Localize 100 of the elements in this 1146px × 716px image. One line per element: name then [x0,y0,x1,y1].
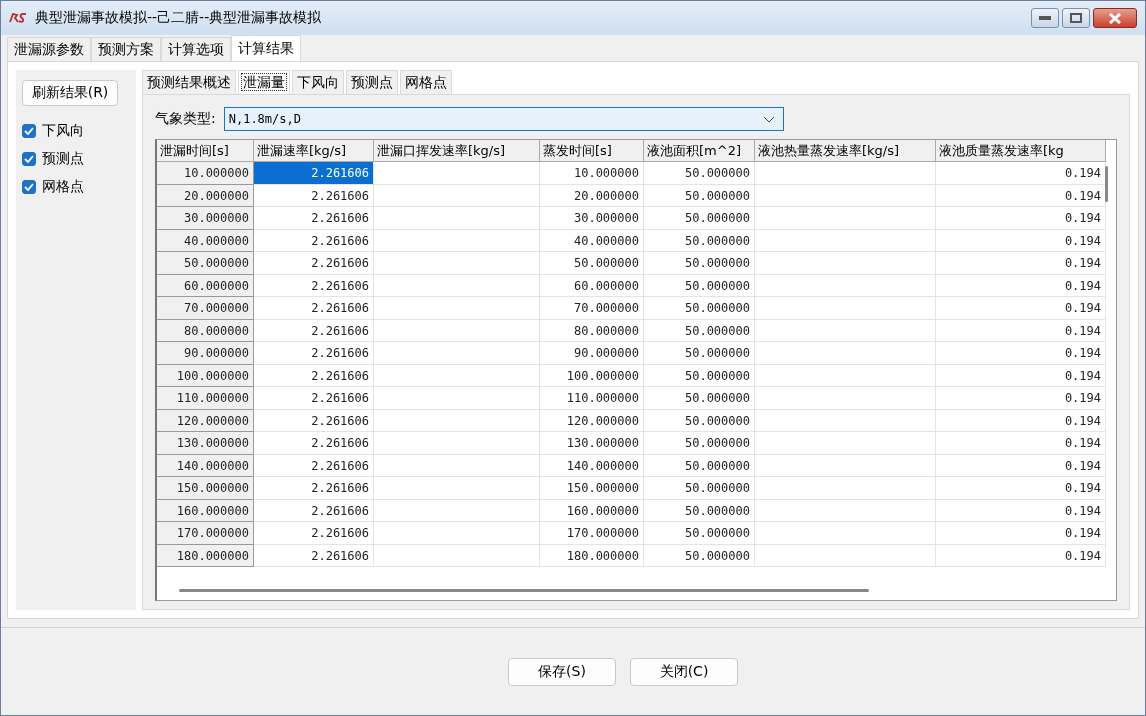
table-cell: 2.261606 [254,409,374,432]
table-cell: 20.000000 [540,184,644,207]
table-cell: 110.000000 [540,387,644,410]
row-header: 130.000000 [157,432,254,455]
table-cell: 140.000000 [540,454,644,477]
table-cell: 50.000000 [644,184,755,207]
table-cell: 0.194 [936,544,1106,567]
table-cell: 120.000000 [540,409,644,432]
table-cell: 0.194 [936,432,1106,455]
table-cell: 0.194 [936,409,1106,432]
table-cell: 180.000000 [540,544,644,567]
table-cell: 2.261606 [254,229,374,252]
table-cell: 50.000000 [644,252,755,275]
table-cell: 50.000000 [540,252,644,275]
maximize-button[interactable] [1062,8,1090,28]
table-cell: 50.000000 [644,274,755,297]
table-cell: 0.194 [936,499,1106,522]
table-cell: 150.000000 [540,477,644,500]
table-cell: 30.000000 [540,207,644,230]
tab[interactable]: 预测点 [346,70,398,94]
table-cell: 0.194 [936,477,1106,500]
dialog-button[interactable]: 关闭(C) [630,657,738,686]
table-cell: 50.000000 [644,229,755,252]
table-cell: 40.000000 [540,229,644,252]
table-cell: 0.194 [936,454,1106,477]
row-header: 80.000000 [157,319,254,342]
checkbox-label: 下风向 [42,122,84,140]
table-cell: 2.261606 [254,162,374,185]
table-cell: 50.000000 [644,387,755,410]
checkbox[interactable] [22,180,36,194]
tab[interactable]: 计算选项 [161,37,231,61]
tab[interactable]: 泄漏量 [238,70,290,94]
row-header: 30.000000 [157,207,254,230]
column-header: 蒸发时间[s] [540,140,644,162]
vertical-scrollbar[interactable] [1105,166,1108,202]
row-header: 170.000000 [157,522,254,545]
close-icon [1109,12,1121,24]
table-cell: 50.000000 [644,162,755,185]
table-cell: 50.000000 [644,319,755,342]
table-cell: 80.000000 [540,319,644,342]
table-cell: 50.000000 [644,364,755,387]
table-cell: 0.194 [936,319,1106,342]
table-cell: 50.000000 [644,409,755,432]
table-cell: 0.194 [936,297,1106,320]
table-cell: 2.261606 [254,342,374,365]
table-cell: 90.000000 [540,342,644,365]
table-cell: 2.261606 [254,454,374,477]
row-header: 10.000000 [157,162,254,185]
column-header: 液池面积[m^2] [644,140,755,162]
table-cell: 2.261606 [254,387,374,410]
table-cell: 0.194 [936,342,1106,365]
checkbox-label: 预测点 [42,150,84,168]
row-header: 20.000000 [157,184,254,207]
tab[interactable]: 网格点 [400,70,452,94]
table-cell: 0.194 [936,207,1106,230]
table-cell: 70.000000 [540,297,644,320]
refresh-button[interactable]: 刷新结果(R) [22,80,118,106]
table-cell: 60.000000 [540,274,644,297]
tab[interactable]: 计算结果 [231,35,301,61]
table-cell: 2.261606 [254,207,374,230]
table-cell: 0.194 [936,252,1106,275]
row-header: 160.000000 [157,499,254,522]
row-header: 110.000000 [157,387,254,410]
weather-dropdown[interactable]: N,1.8m/s,D [223,107,784,131]
tab[interactable]: 下风向 [292,70,344,94]
column-header: 泄漏时间[s] [157,140,254,162]
row-header: 180.000000 [157,544,254,567]
horizontal-scrollbar[interactable] [179,589,869,592]
maximize-icon [1070,13,1082,23]
table-cell: 2.261606 [254,499,374,522]
row-header: 140.000000 [157,454,254,477]
table-cell: 0.194 [936,274,1106,297]
table-cell: 0.194 [936,364,1106,387]
table-cell: 50.000000 [644,477,755,500]
table-cell: 50.000000 [644,499,755,522]
tab[interactable]: 预测结果概述 [142,70,236,94]
table-cell: 2.261606 [254,297,374,320]
tab[interactable]: 泄漏源参数 [7,37,91,61]
table-cell: 50.000000 [644,207,755,230]
column-header: 泄漏速率[kg/s] [254,140,374,162]
checkbox[interactable] [22,124,36,138]
table-cell: 2.261606 [254,522,374,545]
table-cell: 130.000000 [540,432,644,455]
table-cell: 0.194 [936,387,1106,410]
table-cell: 50.000000 [644,297,755,320]
close-button[interactable] [1093,8,1137,28]
table-cell: 0.194 [936,229,1106,252]
dialog-button[interactable]: 保存(S) [508,657,616,686]
table-cell: 50.000000 [644,432,755,455]
row-header: 100.000000 [157,364,254,387]
table-cell: 2.261606 [254,274,374,297]
column-header: 液池质量蒸发速率[kg [936,140,1106,162]
checkbox[interactable] [22,152,36,166]
weather-label: 气象类型: [155,110,216,128]
tab[interactable]: 预测方案 [91,37,161,61]
table-cell: 2.261606 [254,432,374,455]
table-cell: 2.261606 [254,252,374,275]
table-cell: 0.194 [936,522,1106,545]
minimize-button[interactable] [1031,8,1059,28]
row-header: 40.000000 [157,229,254,252]
